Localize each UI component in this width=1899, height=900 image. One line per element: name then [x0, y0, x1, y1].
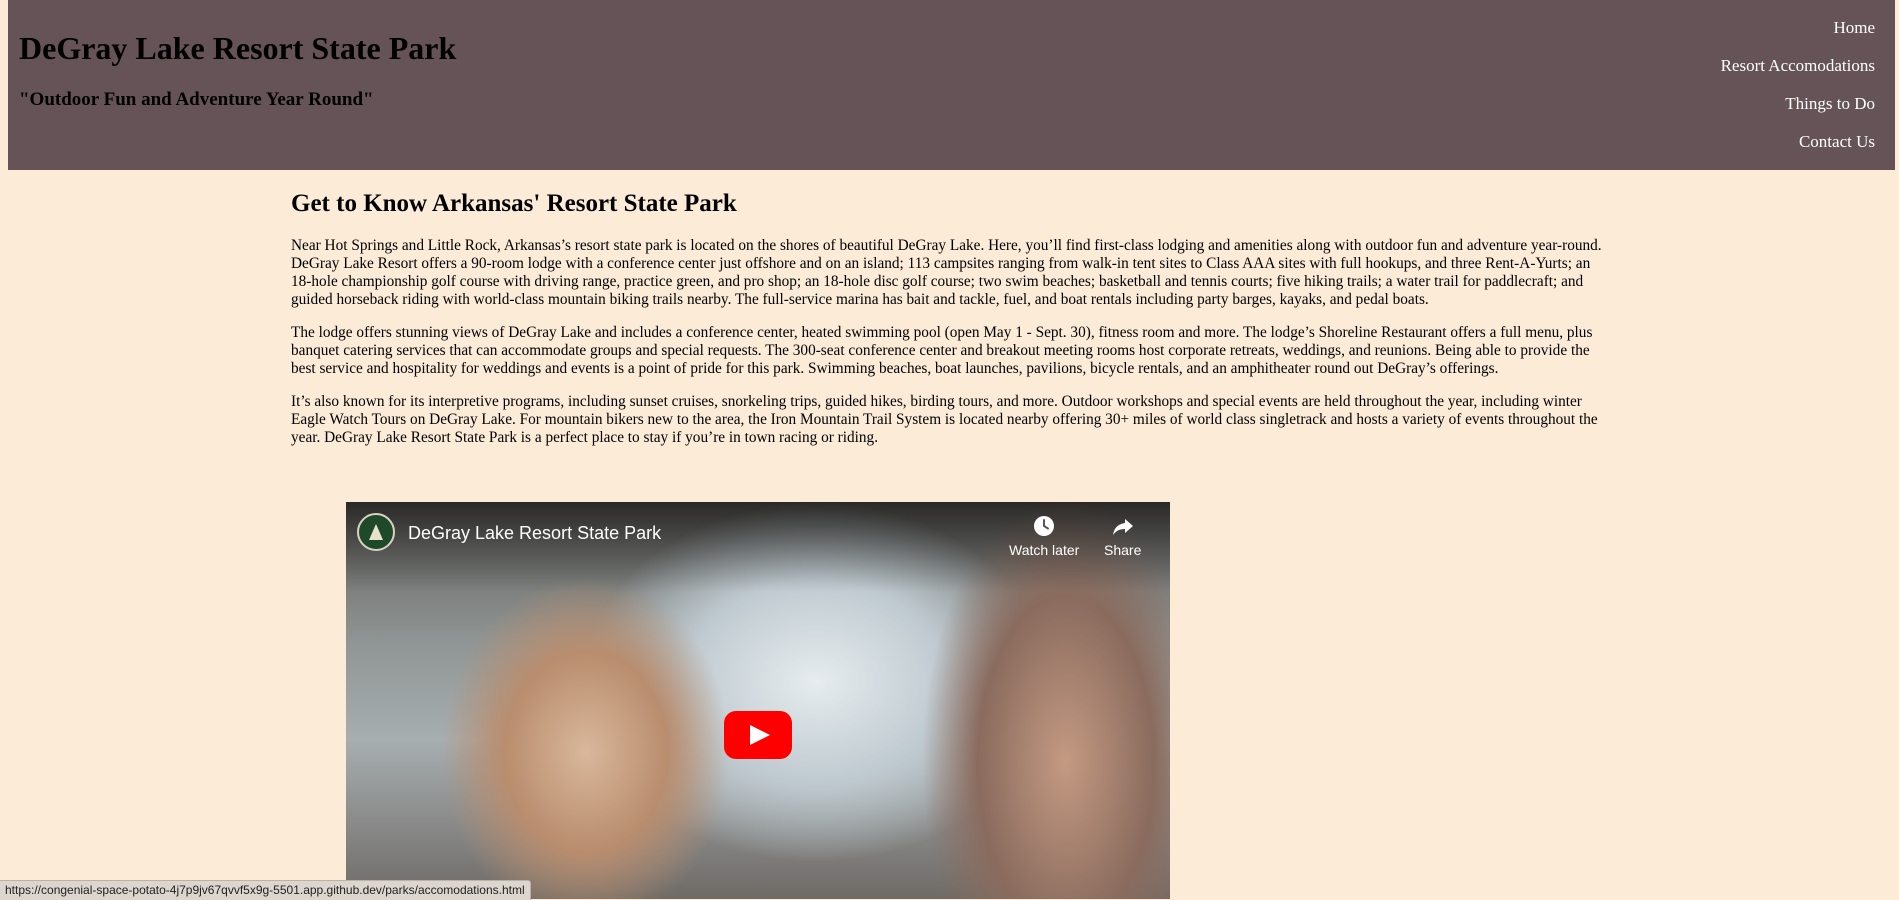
main-content: Get to Know Arkansas' Resort State Park … — [291, 186, 1607, 462]
nav-item-home: Home — [1721, 16, 1875, 54]
clock-icon — [1034, 516, 1055, 536]
intro-paragraph: Near Hot Springs and Little Rock, Arkans… — [291, 237, 1602, 308]
play-button-icon[interactable] — [724, 711, 792, 759]
share-label: Share — [1104, 542, 1142, 558]
site-tagline: "Outdoor Fun and Adventure Year Round" — [19, 89, 374, 110]
nav-link-things-to-do[interactable]: Things to Do — [1785, 94, 1875, 113]
watch-later-label: Watch later — [1009, 542, 1080, 558]
nav-item-contact: Contact Us — [1721, 130, 1875, 168]
nav-link-contact-us[interactable]: Contact Us — [1799, 132, 1875, 151]
site-header: DeGray Lake Resort State Park "Outdoor F… — [8, 0, 1895, 170]
programs-paragraph: It’s also known for its interpretive pro… — [291, 393, 1598, 446]
channel-logo-icon[interactable] — [357, 513, 395, 551]
watch-later-button[interactable]: Watch later — [1009, 514, 1079, 558]
nav-item-things-to-do: Things to Do — [1721, 92, 1875, 130]
share-arrow-icon — [1112, 519, 1133, 535]
lodge-paragraph: The lodge offers stunning views of DeGra… — [291, 324, 1593, 377]
nav-link-home[interactable]: Home — [1833, 18, 1875, 37]
status-bar-url: https://congenial-space-potato-4j7p9jv67… — [0, 880, 531, 900]
share-button[interactable]: Share — [1104, 514, 1141, 558]
video-title[interactable]: DeGray Lake Resort State Park — [408, 522, 661, 544]
main-nav: Home Resort Accomodations Things to Do C… — [1721, 16, 1875, 168]
youtube-video-embed[interactable]: DeGray Lake Resort State Park Watch late… — [346, 502, 1170, 899]
section-heading: Get to Know Arkansas' Resort State Park — [291, 190, 737, 217]
nav-item-accomodations: Resort Accomodations — [1721, 54, 1875, 92]
nav-link-resort-accomodations[interactable]: Resort Accomodations — [1721, 56, 1875, 75]
site-title: DeGray Lake Resort State Park — [19, 30, 457, 66]
